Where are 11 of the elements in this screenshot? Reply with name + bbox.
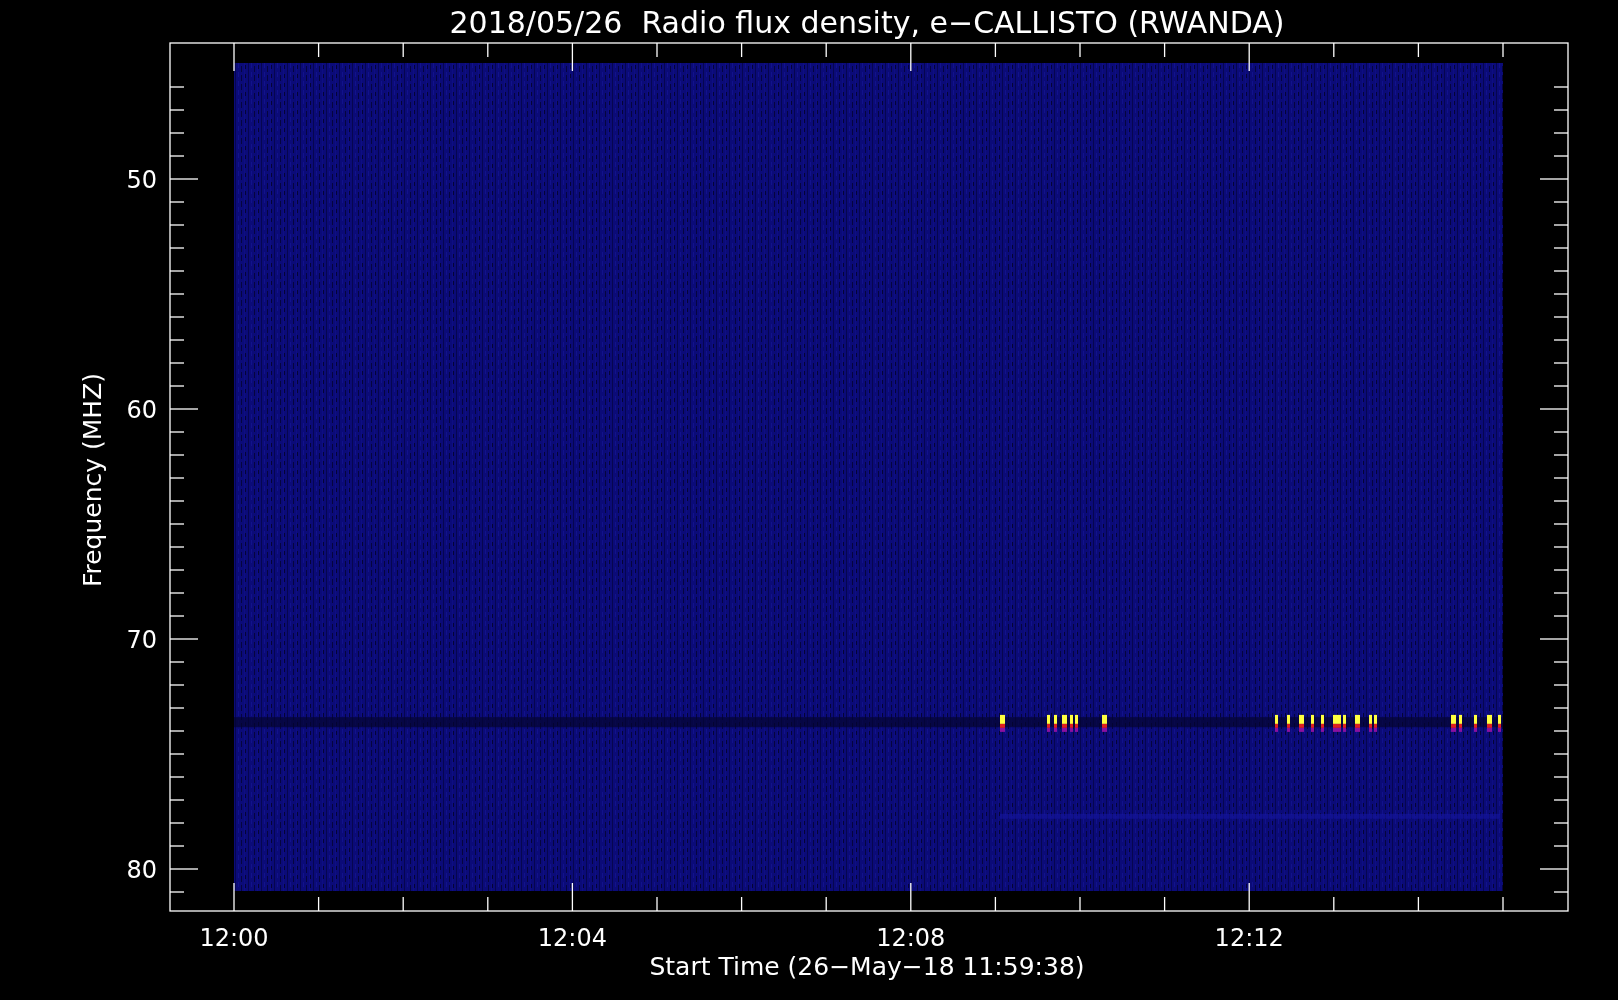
x-tick-label: 12:08 [876, 924, 946, 952]
x-tick-label: 12:00 [199, 924, 269, 952]
x-tick-label: 12:04 [537, 924, 607, 952]
y-tick-label: 70 [126, 626, 157, 654]
x-tick-label: 12:12 [1214, 924, 1284, 952]
y-tick-label: 80 [126, 856, 157, 884]
y-axis-label: Frequency (MHZ) [78, 372, 107, 588]
chart-title: 2018/05/26 Radio flux density, e−CALLISTO (RWANDA) [449, 5, 1285, 40]
y-tick-label: 50 [126, 166, 157, 194]
x-axis-label: Start Time (26−May−18 11:59:38) [649, 952, 1085, 981]
y-tick-label: 60 [126, 396, 157, 424]
